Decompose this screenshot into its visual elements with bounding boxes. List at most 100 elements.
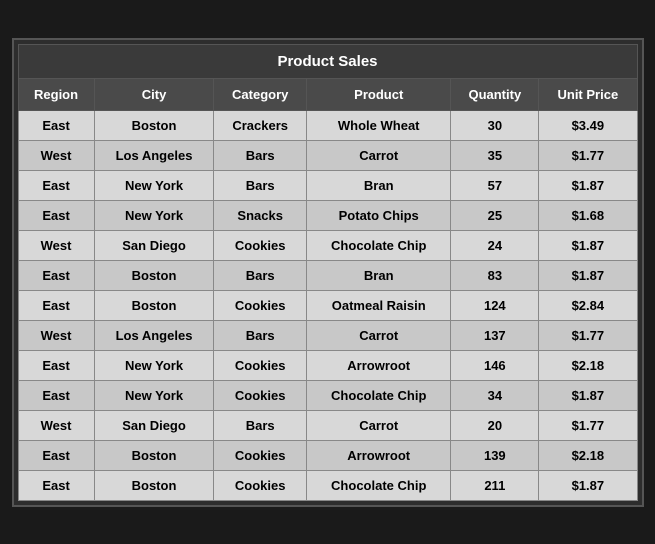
cell-5-0: East [18, 260, 94, 290]
table-row: WestLos AngelesBarsCarrot137$1.77 [18, 320, 637, 350]
cell-1-0: West [18, 140, 94, 170]
cell-5-3: Bran [306, 260, 451, 290]
cell-12-5: $1.87 [539, 470, 637, 500]
cell-4-0: West [18, 230, 94, 260]
cell-5-4: 83 [451, 260, 539, 290]
cell-1-5: $1.77 [539, 140, 637, 170]
cell-8-1: New York [94, 350, 214, 380]
cell-9-4: 34 [451, 380, 539, 410]
cell-0-3: Whole Wheat [306, 110, 451, 140]
table-row: WestSan DiegoBarsCarrot20$1.77 [18, 410, 637, 440]
cell-4-4: 24 [451, 230, 539, 260]
table-body: EastBostonCrackersWhole Wheat30$3.49West… [18, 110, 637, 500]
cell-9-2: Cookies [214, 380, 307, 410]
cell-9-0: East [18, 380, 94, 410]
cell-11-0: East [18, 440, 94, 470]
header-product: Product [306, 78, 451, 110]
cell-12-4: 211 [451, 470, 539, 500]
cell-6-1: Boston [94, 290, 214, 320]
cell-6-2: Cookies [214, 290, 307, 320]
cell-6-5: $2.84 [539, 290, 637, 320]
cell-2-2: Bars [214, 170, 307, 200]
header-quantity: Quantity [451, 78, 539, 110]
header-city: City [94, 78, 214, 110]
cell-12-0: East [18, 470, 94, 500]
cell-3-4: 25 [451, 200, 539, 230]
cell-9-3: Chocolate Chip [306, 380, 451, 410]
table-row: EastBostonCookiesArrowroot139$2.18 [18, 440, 637, 470]
cell-1-3: Carrot [306, 140, 451, 170]
cell-4-2: Cookies [214, 230, 307, 260]
cell-8-4: 146 [451, 350, 539, 380]
cell-6-3: Oatmeal Raisin [306, 290, 451, 320]
cell-3-3: Potato Chips [306, 200, 451, 230]
cell-3-1: New York [94, 200, 214, 230]
header-category: Category [214, 78, 307, 110]
cell-11-1: Boston [94, 440, 214, 470]
cell-10-0: West [18, 410, 94, 440]
table-row: WestLos AngelesBarsCarrot35$1.77 [18, 140, 637, 170]
cell-2-4: 57 [451, 170, 539, 200]
product-sales-table: Product Sales RegionCityCategoryProductQ… [18, 44, 638, 501]
cell-5-5: $1.87 [539, 260, 637, 290]
cell-8-5: $2.18 [539, 350, 637, 380]
cell-7-5: $1.77 [539, 320, 637, 350]
cell-0-2: Crackers [214, 110, 307, 140]
cell-10-4: 20 [451, 410, 539, 440]
cell-10-2: Bars [214, 410, 307, 440]
header-unit-price: Unit Price [539, 78, 637, 110]
cell-0-1: Boston [94, 110, 214, 140]
cell-3-2: Snacks [214, 200, 307, 230]
cell-0-4: 30 [451, 110, 539, 140]
header-region: Region [18, 78, 94, 110]
cell-6-4: 124 [451, 290, 539, 320]
cell-7-4: 137 [451, 320, 539, 350]
table-row: EastBostonCookiesOatmeal Raisin124$2.84 [18, 290, 637, 320]
cell-1-4: 35 [451, 140, 539, 170]
cell-5-2: Bars [214, 260, 307, 290]
cell-9-5: $1.87 [539, 380, 637, 410]
cell-8-0: East [18, 350, 94, 380]
cell-2-0: East [18, 170, 94, 200]
cell-11-3: Arrowroot [306, 440, 451, 470]
table-row: EastNew YorkBarsBran57$1.87 [18, 170, 637, 200]
cell-12-3: Chocolate Chip [306, 470, 451, 500]
cell-0-5: $3.49 [539, 110, 637, 140]
cell-12-1: Boston [94, 470, 214, 500]
cell-2-3: Bran [306, 170, 451, 200]
cell-10-3: Carrot [306, 410, 451, 440]
cell-10-5: $1.77 [539, 410, 637, 440]
cell-7-3: Carrot [306, 320, 451, 350]
table-title: Product Sales [18, 44, 637, 78]
cell-11-5: $2.18 [539, 440, 637, 470]
table-row: EastNew YorkCookiesChocolate Chip34$1.87 [18, 380, 637, 410]
table-row: EastNew YorkCookiesArrowroot146$2.18 [18, 350, 637, 380]
cell-4-3: Chocolate Chip [306, 230, 451, 260]
table-row: EastBostonBarsBran83$1.87 [18, 260, 637, 290]
cell-9-1: New York [94, 380, 214, 410]
cell-7-0: West [18, 320, 94, 350]
cell-2-5: $1.87 [539, 170, 637, 200]
cell-1-2: Bars [214, 140, 307, 170]
cell-11-2: Cookies [214, 440, 307, 470]
table-row: EastBostonCookiesChocolate Chip211$1.87 [18, 470, 637, 500]
cell-8-3: Arrowroot [306, 350, 451, 380]
cell-2-1: New York [94, 170, 214, 200]
cell-11-4: 139 [451, 440, 539, 470]
cell-6-0: East [18, 290, 94, 320]
cell-0-0: East [18, 110, 94, 140]
cell-3-5: $1.68 [539, 200, 637, 230]
cell-3-0: East [18, 200, 94, 230]
cell-8-2: Cookies [214, 350, 307, 380]
table-header-row: RegionCityCategoryProductQuantityUnit Pr… [18, 78, 637, 110]
cell-7-2: Bars [214, 320, 307, 350]
cell-4-5: $1.87 [539, 230, 637, 260]
table-row: EastBostonCrackersWhole Wheat30$3.49 [18, 110, 637, 140]
table-container: Product Sales RegionCityCategoryProductQ… [12, 38, 644, 507]
cell-5-1: Boston [94, 260, 214, 290]
cell-10-1: San Diego [94, 410, 214, 440]
cell-7-1: Los Angeles [94, 320, 214, 350]
cell-12-2: Cookies [214, 470, 307, 500]
table-row: EastNew YorkSnacksPotato Chips25$1.68 [18, 200, 637, 230]
cell-1-1: Los Angeles [94, 140, 214, 170]
